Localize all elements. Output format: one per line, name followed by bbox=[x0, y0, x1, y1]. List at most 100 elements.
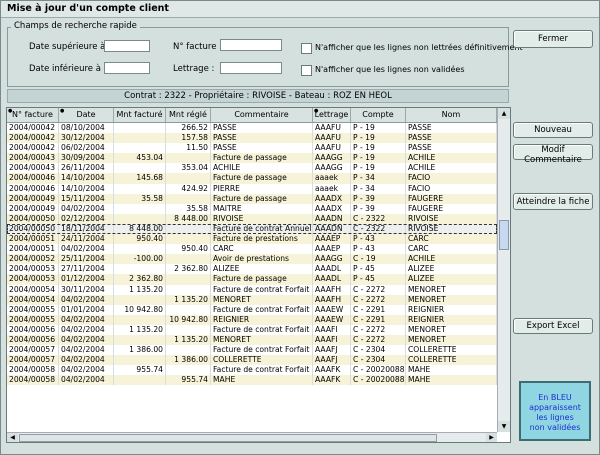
table-row[interactable]: 2004/00043 26/11/2004 353.04 ACHILE AAAGG P -… bbox=[7, 163, 497, 174]
column-header-paid[interactable]: Mnt réglé bbox=[166, 108, 211, 122]
cell-date: 04/02/2004 bbox=[59, 324, 114, 335]
table-row[interactable]: 2004/00053 01/12/2004 2 362.80 Facture de p… bbox=[7, 274, 497, 285]
scroll-up-icon[interactable]: ▲ bbox=[498, 108, 510, 119]
column-header-date[interactable]: Date bbox=[59, 108, 114, 122]
table-row[interactable]: 2004/00046 14/10/2004 145.68 Facture de pas… bbox=[7, 173, 497, 184]
scroll-right-icon[interactable]: ▶ bbox=[486, 433, 497, 442]
vertical-scroll-thumb[interactable] bbox=[499, 220, 509, 250]
table-row[interactable]: 2004/00049 04/02/2004 35.58 MAITRE AAADX P - … bbox=[7, 203, 497, 214]
column-header-lettrage[interactable]: Lettrage bbox=[313, 108, 351, 122]
table-row[interactable]: 2004/00057 04/02/2004 1 386.00 COLLERETTE AA… bbox=[7, 355, 497, 366]
date-sup-input[interactable] bbox=[104, 40, 150, 52]
cell-billed: -100.00 bbox=[114, 254, 166, 265]
lettrage-input[interactable] bbox=[220, 62, 282, 74]
cell-comment: Facture de contrat Forfait éte bbox=[213, 304, 313, 315]
scroll-down-icon[interactable]: ▼ bbox=[498, 421, 510, 432]
cell-billed bbox=[114, 314, 166, 325]
cell-invoice: 2004/00058 bbox=[7, 365, 59, 376]
cell-invoice: 2004/00049 bbox=[7, 193, 59, 204]
lettrage-label: Lettrage : bbox=[173, 64, 215, 74]
open-record-button[interactable]: Atteindre la fiche bbox=[513, 193, 593, 210]
cell-lettrage: AAAFH bbox=[313, 294, 351, 305]
cell-paid bbox=[166, 284, 211, 295]
table-row[interactable]: 2004/00051 04/02/2004 950.40 CARC AAAEP P - 4… bbox=[7, 244, 497, 255]
cell-invoice: 2004/00052 bbox=[7, 254, 59, 265]
cell-comment: Facture de contrat Forfait éte bbox=[213, 365, 313, 376]
cell-lettrage: AAAFI bbox=[313, 334, 351, 346]
cell-paid bbox=[166, 173, 211, 184]
non-validees-checkbox[interactable] bbox=[301, 65, 312, 76]
scroll-left-icon[interactable]: ◀ bbox=[7, 433, 18, 442]
cell-date: 14/10/2004 bbox=[59, 183, 114, 194]
table-row[interactable]: 2004/00046 14/10/2004 424.92 PIERRE aaaek P -… bbox=[7, 183, 497, 194]
cell-billed: 35.58 bbox=[114, 193, 166, 204]
column-header-invoice[interactable]: N° facture bbox=[7, 108, 59, 122]
cell-name: REIGNIER bbox=[406, 304, 497, 315]
cell-billed bbox=[114, 133, 166, 144]
table-row[interactable]: 2004/00051 24/11/2004 950.40 Facture de pre… bbox=[7, 234, 497, 245]
cell-date: 04/02/2004 bbox=[59, 334, 114, 346]
contract-info-bar: Contrat : 2322 - Propriétaire : RIVOISE … bbox=[7, 89, 509, 103]
cell-name: FACIO bbox=[406, 173, 497, 184]
cell-lettrage: AAADX bbox=[313, 193, 351, 204]
cell-lettrage: AAAFU bbox=[313, 133, 351, 144]
cell-date: 25/11/2004 bbox=[59, 254, 114, 265]
facture-input[interactable] bbox=[220, 39, 282, 51]
table-row[interactable]: 2004/00058 04/02/2004 955.74 Facture de con… bbox=[7, 365, 497, 376]
cell-invoice: 2004/00053 bbox=[7, 264, 59, 275]
cell-comment: Facture de contrat Forfait éte bbox=[213, 324, 313, 335]
cell-name: MENORET bbox=[406, 324, 497, 335]
table-row[interactable]: 2004/00042 08/10/2004 266.52 PASSE AAAFU P - … bbox=[7, 123, 497, 134]
table-row[interactable]: 2004/00058 04/02/2004 955.74 MAHE AAAFK C - 2… bbox=[7, 375, 497, 386]
table-row[interactable]: 2004/00054 04/02/2004 1 135.20 MENORET AAAFH… bbox=[7, 294, 497, 305]
cell-date: 26/11/2004 bbox=[59, 163, 114, 174]
horizontal-scroll-thumb[interactable] bbox=[19, 434, 437, 442]
cell-lettrage: aaaek bbox=[313, 183, 351, 194]
table-row[interactable]: 2004/00055 04/02/2004 10 942.80 REIGNIER AAA… bbox=[7, 314, 497, 325]
cell-account: C - 19 bbox=[351, 254, 406, 265]
table-row[interactable]: 2004/00057 04/02/2004 1 386.00 Facture de c… bbox=[7, 345, 497, 356]
edit-comment-button[interactable]: Modif Commentaire bbox=[513, 144, 593, 165]
date-inf-input[interactable] bbox=[104, 62, 150, 74]
new-button[interactable]: Nouveau bbox=[513, 122, 593, 138]
cell-comment: Facture de contrat Forfait éte bbox=[213, 345, 313, 356]
table-row[interactable]: 2004/00043 30/09/2004 453.04 Facture de pas… bbox=[7, 153, 497, 164]
cell-account: P - 19 bbox=[351, 123, 406, 134]
table-row[interactable]: 2004/00050 02/12/2004 8 448.00 RIVOISE AAADN… bbox=[7, 213, 497, 224]
column-header-account[interactable]: Compte bbox=[351, 108, 406, 122]
non-validees-label: N'afficher que les lignes non validées bbox=[315, 65, 465, 74]
cell-paid bbox=[166, 234, 211, 245]
cell-comment: Facture de passage bbox=[211, 153, 313, 164]
table-row[interactable]: 2004/00055 01/01/2004 10 942.80 Facture de … bbox=[7, 304, 497, 315]
cell-date: 30/09/2004 bbox=[59, 153, 114, 164]
column-header-comment[interactable]: Commentaire bbox=[211, 108, 313, 122]
cell-account: P - 34 bbox=[351, 173, 406, 184]
legend-line-2: apparaissent bbox=[529, 403, 581, 412]
cell-lettrage: aaaek bbox=[313, 173, 351, 184]
cell-account: C - 20020088 bbox=[353, 375, 406, 386]
column-header-billed[interactable]: Mnt facturé bbox=[114, 108, 166, 122]
table-row[interactable]: 2004/00042 06/02/2004 11.50 PASSE AAAFU P - 1… bbox=[7, 143, 497, 154]
cell-name: ALIZEE bbox=[406, 274, 497, 285]
table-row[interactable]: 2004/00052 25/11/2004 -100.00 Avoir de pres… bbox=[7, 254, 497, 265]
table-row[interactable]: 2004/00054 30/11/2004 1 135.20 Facture de c… bbox=[7, 284, 497, 295]
cell-comment: Avoir de prestations bbox=[211, 254, 313, 265]
close-button[interactable]: Fermer bbox=[513, 30, 593, 48]
cell-date: 04/02/2004 bbox=[59, 345, 114, 356]
cell-date: 15/11/2004 bbox=[59, 193, 114, 204]
cell-paid bbox=[166, 345, 211, 356]
vertical-scrollbar[interactable]: ▲ ▼ bbox=[497, 108, 510, 432]
column-header-name[interactable]: Nom bbox=[406, 108, 497, 122]
table-row[interactable]: 2004/00050 18/11/2004 8 448.00 Facture de c… bbox=[7, 223, 497, 235]
export-excel-button[interactable]: Export Excel bbox=[513, 318, 593, 334]
cell-billed: 8 448.00 bbox=[114, 223, 166, 235]
horizontal-scrollbar[interactable]: ◀ ▶ bbox=[7, 432, 497, 442]
table-row[interactable]: 2004/00053 27/11/2004 2 362.80 ALIZEE AAADL P… bbox=[7, 264, 497, 275]
table-row[interactable]: 2004/00049 15/11/2004 35.58 Facture de pass… bbox=[7, 193, 497, 204]
table-row[interactable]: 2004/00056 04/02/2004 1 135.20 MENORET AAAFI… bbox=[7, 334, 497, 346]
table-row[interactable]: 2004/00056 04/02/2004 1 135.20 Facture de c… bbox=[7, 324, 497, 335]
non-lettrees-checkbox[interactable] bbox=[301, 43, 312, 54]
table-row[interactable]: 2004/00042 30/12/2004 157.58 PASSE AAAFU P - … bbox=[7, 133, 497, 144]
quick-search-title: Champs de recherche rapide bbox=[11, 21, 140, 31]
cell-billed bbox=[114, 203, 166, 214]
